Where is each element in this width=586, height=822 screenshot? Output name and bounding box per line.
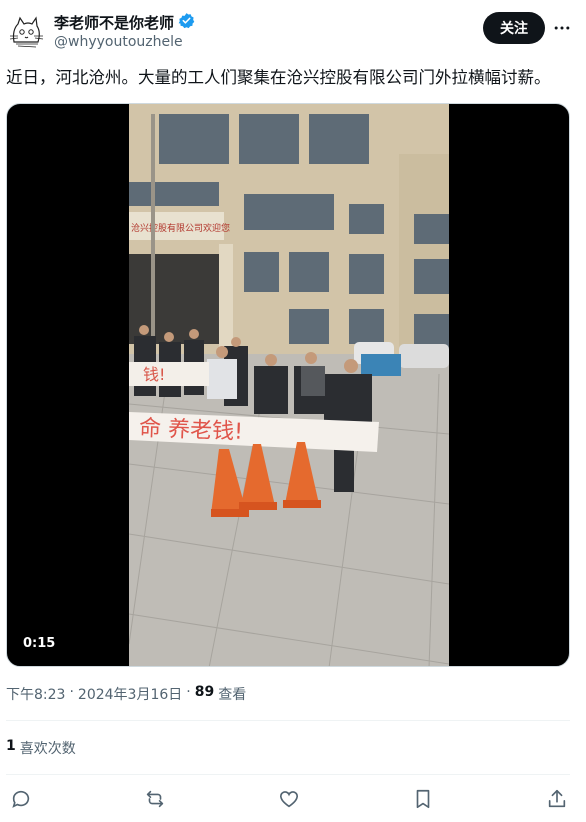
like-icon[interactable]: [276, 786, 302, 812]
views-count: 89: [194, 684, 215, 700]
likes-row[interactable]: 1 喜欢次数: [6, 738, 76, 758]
divider: [6, 720, 570, 721]
likes-label: 喜欢次数: [19, 741, 76, 757]
verified-badge-icon: [178, 12, 195, 33]
likes-count: 1: [6, 738, 16, 754]
tweet-actions: [0, 786, 586, 812]
tweet-date[interactable]: 2024年3月16日: [78, 684, 182, 704]
tweet-header: 李老师不是你老师 @whyyoutouzhele 关注: [0, 0, 586, 60]
banner-text: 命 养老钱!: [139, 416, 244, 445]
author-handle[interactable]: @whyyoutouzhele: [54, 34, 183, 50]
building-sign-text: 沧兴控股有限公司欢迎您: [131, 222, 230, 234]
bookmark-icon[interactable]: [410, 786, 436, 812]
author-display-name[interactable]: 李老师不是你老师: [54, 12, 174, 33]
views-label: 查看: [218, 687, 247, 703]
follow-button[interactable]: 关注: [483, 12, 545, 44]
reply-icon[interactable]: [8, 786, 34, 812]
video-frame: 沧兴控股有限公司欢迎您 钱! 命 养老钱!: [129, 104, 449, 666]
meta-separator: ·: [69, 684, 74, 700]
share-icon[interactable]: [544, 786, 570, 812]
avatar[interactable]: [6, 12, 46, 52]
video-player[interactable]: 沧兴控股有限公司欢迎您 钱! 命 养老钱! 0:15: [6, 103, 570, 667]
author-name-row[interactable]: 李老师不是你老师: [54, 12, 195, 33]
retweet-icon[interactable]: [142, 786, 168, 812]
meta-separator-2: ·: [186, 684, 191, 700]
tweet-time[interactable]: 下午8:23: [6, 684, 65, 704]
tweet-meta: 下午8:23 · 2024年3月16日 · 89 查看: [6, 684, 246, 704]
video-duration: 0:15: [17, 634, 62, 653]
svg-text:钱!: 钱!: [143, 365, 165, 384]
tweet-text: 近日，河北沧州。大量的工人们聚集在沧兴控股有限公司门外拉横幅讨薪。: [6, 68, 551, 87]
divider: [6, 774, 570, 775]
more-options-icon[interactable]: [548, 16, 576, 40]
